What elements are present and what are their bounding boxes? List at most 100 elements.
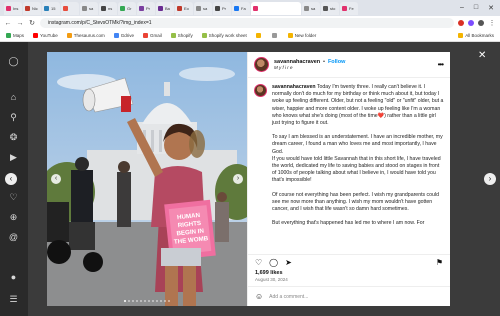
reload-icon[interactable]: ↻ xyxy=(28,19,36,27)
bookmark-favicon-icon xyxy=(271,33,277,38)
window-controls: – □ ✕ xyxy=(460,4,500,12)
profile-avatar[interactable] xyxy=(478,20,484,26)
browser-tab[interactable]: Ba xyxy=(156,1,174,15)
tab-favicon-icon xyxy=(6,5,11,11)
bookmark-item[interactable] xyxy=(271,33,279,38)
back-icon[interactable]: ← xyxy=(4,20,12,27)
browser-tab[interactable]: Ins xyxy=(4,1,22,15)
photo-next-button[interactable]: › xyxy=(233,174,243,184)
post-date: August 30, 2024 xyxy=(255,277,288,282)
tab-favicon-icon xyxy=(196,5,201,11)
tab-label: Pr xyxy=(146,5,150,11)
caption-paragraph: Of course not everything has been perfec… xyxy=(272,191,439,213)
browser-tab[interactable]: Gr xyxy=(118,1,136,15)
browser-tab[interactable] xyxy=(61,1,79,15)
tab-favicon-icon xyxy=(139,5,144,11)
tab-favicon-icon xyxy=(177,5,182,11)
post-photo[interactable]: HUMANRIGHTSBEGIN INTHE WOMB ‹ › xyxy=(47,52,247,306)
browser-tab[interactable]: Eo xyxy=(175,1,193,15)
tab-label: sa xyxy=(203,5,208,11)
threads-icon[interactable]: @ xyxy=(8,232,19,243)
comment-box[interactable]: ☺ Add a comment... xyxy=(248,286,450,306)
carousel-dot xyxy=(160,300,162,302)
browser-tab[interactable]: Pr xyxy=(137,1,155,15)
tab-label xyxy=(70,6,72,11)
tab-favicon-icon xyxy=(101,5,106,11)
carousel-dot xyxy=(164,300,166,302)
tab-favicon-icon xyxy=(82,5,87,11)
browser-tab[interactable]: 15 xyxy=(42,1,60,15)
browser-tab[interactable]: sto xyxy=(321,1,339,15)
extension-icon[interactable] xyxy=(458,20,464,26)
tab-label: Pr xyxy=(222,5,226,11)
home-icon[interactable]: ⌂ xyxy=(8,92,19,103)
bookmark-item[interactable]: Shopify work sheet xyxy=(201,33,247,38)
profile-icon[interactable]: ● xyxy=(8,272,19,283)
browser-tab[interactable]: Nic xyxy=(23,1,41,15)
menu-icon[interactable]: ⋮ xyxy=(488,19,496,27)
tab-label: ns xyxy=(108,5,113,11)
more-menu-icon[interactable]: ☰ xyxy=(8,294,19,305)
close-window-icon[interactable]: ✕ xyxy=(488,4,494,12)
tab-favicon-icon xyxy=(63,5,68,11)
more-options-icon[interactable]: ••• xyxy=(438,60,444,69)
share-icon[interactable]: ➤ xyxy=(285,258,292,267)
previous-post-button[interactable]: ‹ xyxy=(5,173,17,185)
photo-prev-button[interactable]: ‹ xyxy=(51,174,61,184)
tab-label: Fe xyxy=(349,5,354,11)
bookmark-item[interactable]: Gmail xyxy=(142,33,162,38)
browser-tab[interactable]: Fe xyxy=(340,1,358,15)
bookmark-item[interactable]: YouTube xyxy=(33,33,58,38)
explore-icon[interactable]: ❂ xyxy=(8,132,19,143)
browser-tab[interactable]: sa xyxy=(194,1,212,15)
reels-icon[interactable]: ▶ xyxy=(8,152,19,163)
bookmark-favicon-icon xyxy=(66,33,72,38)
browser-tab[interactable]: sa xyxy=(80,1,98,15)
caption-username[interactable]: savannahacraven xyxy=(272,84,316,90)
bookmark-item[interactable]: Maps xyxy=(6,33,24,38)
bookmark-item[interactable]: New folder xyxy=(287,33,317,38)
instagram-logo-icon[interactable]: ◯ xyxy=(8,56,19,67)
tab-label: Ins xyxy=(13,5,19,11)
all-bookmarks[interactable]: All Bookmarks xyxy=(458,33,494,38)
address-bar-row: ← → ↻ instagram.com/p/C_StevsOTMk/?img_i… xyxy=(0,16,500,30)
bookmark-item[interactable]: Thesaurus.com xyxy=(66,33,105,38)
search-icon[interactable]: ⚲ xyxy=(8,112,19,123)
next-post-button[interactable]: › xyxy=(484,173,496,185)
browser-tab[interactable]: Pr xyxy=(213,1,231,15)
comment-icon[interactable]: ◯ xyxy=(269,258,278,267)
bookmark-label: New folder xyxy=(294,33,317,38)
close-modal-icon[interactable]: ✕ xyxy=(478,50,486,61)
like-heart-icon[interactable]: ♡ xyxy=(255,258,262,267)
bookmark-label: Maps xyxy=(13,33,25,38)
bookmark-favicon-icon xyxy=(201,33,207,38)
bookmark-item[interactable]: Shopify xyxy=(170,33,193,38)
caption-paragraph: But everything that's happened has led m… xyxy=(272,220,425,227)
browser-tab[interactable]: ns xyxy=(99,1,117,15)
comment-input[interactable]: Add a comment... xyxy=(269,294,308,300)
carousel-dot xyxy=(148,300,150,302)
avatar[interactable] xyxy=(254,84,267,97)
carousel-dot xyxy=(144,300,146,302)
bookmark-item[interactable] xyxy=(255,33,263,38)
bookmark-item[interactable]: Gdrive xyxy=(113,33,134,38)
tab-favicon-icon xyxy=(158,5,163,11)
create-icon[interactable]: ⊕ xyxy=(8,212,19,223)
browser-tab[interactable] xyxy=(251,1,301,15)
emoji-icon[interactable]: ☺ xyxy=(255,292,263,301)
browser-tab[interactable]: sa xyxy=(302,1,320,15)
maximize-icon[interactable]: □ xyxy=(474,4,478,12)
minimize-icon[interactable]: – xyxy=(460,4,464,12)
tab-favicon-icon xyxy=(120,5,125,11)
bookmark-icon[interactable]: ⚑ xyxy=(436,258,443,267)
notifications-icon[interactable]: ♡ xyxy=(8,192,19,203)
tab-favicon-icon xyxy=(44,5,49,11)
extension-icon[interactable] xyxy=(468,20,474,26)
browser-tab[interactable]: Fa xyxy=(232,1,250,15)
avatar[interactable] xyxy=(254,57,269,72)
follow-button[interactable]: Follow xyxy=(328,59,345,65)
forward-icon[interactable]: → xyxy=(16,20,24,27)
caption-area: savannahacraven Today I'm twenty three. … xyxy=(248,78,450,254)
tab-label: 15 xyxy=(51,5,56,11)
url-field[interactable]: instagram.com/p/C_StevsOTMk/?img_index=1 xyxy=(40,18,454,28)
